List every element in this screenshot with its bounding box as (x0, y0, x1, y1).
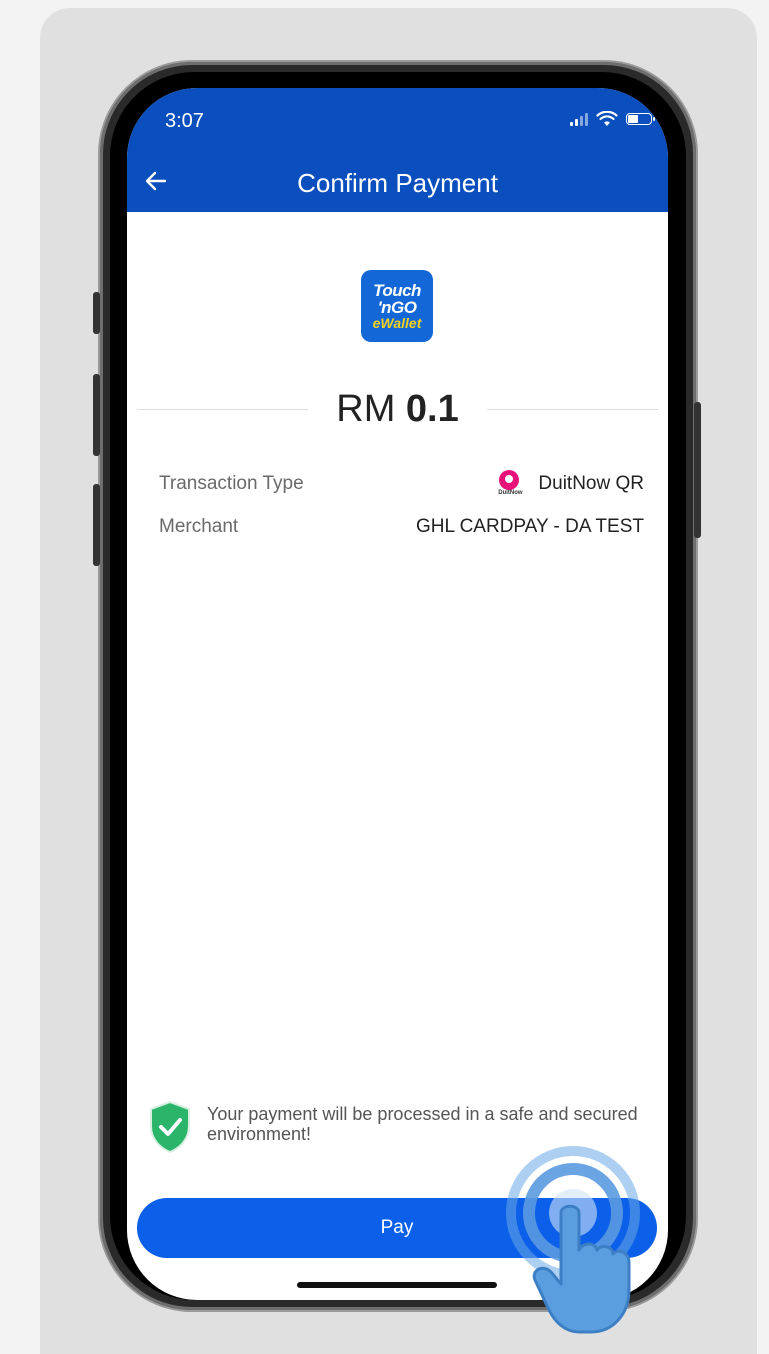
mute-switch (93, 292, 100, 334)
currency-label: RM (336, 387, 396, 430)
merchant-row: Merchant GHL CARDPAY - DA TEST (159, 516, 644, 538)
transaction-type-value: DuitNow QR (538, 473, 644, 494)
logo-line-3: eWallet (372, 315, 422, 331)
touchngo-logo: Touch 'nGO eWallet (361, 270, 433, 342)
status-time: 3:07 (165, 110, 204, 132)
app-screen: 3:07 Confirm Payment Touch 'nGO eWallet (127, 88, 668, 1300)
app-header: 3:07 Confirm Payment (127, 88, 668, 212)
signal-bars-icon (570, 112, 588, 126)
battery-icon (626, 113, 655, 125)
merchant-value: GHL CARDPAY - DA TEST (415, 516, 644, 537)
status-icons (570, 111, 655, 127)
shield-check-icon (150, 1100, 190, 1154)
divider (486, 408, 658, 410)
transaction-type-label: Transaction Type (159, 473, 304, 494)
volume-down-button (93, 484, 100, 566)
duitnow-icon-text: DuitNow (498, 490, 523, 496)
volume-up-button (93, 374, 100, 456)
divider (137, 408, 309, 410)
home-indicator (297, 1282, 497, 1288)
tap-hand-icon (506, 1146, 640, 1334)
transaction-type-row: Transaction Type DuitNow DuitNow QR (159, 470, 644, 498)
page-title: Confirm Payment (297, 168, 498, 198)
payment-amount: RM 0.1 (308, 388, 487, 431)
amount-row: RM 0.1 (137, 388, 658, 430)
transaction-type-value-wrap: DuitNow DuitNow QR (492, 470, 644, 498)
wifi-icon (596, 111, 618, 126)
logo-line-2: 'nGO (377, 298, 417, 317)
merchant-label: Merchant (159, 516, 239, 537)
amount-value: 0.1 (405, 387, 459, 430)
duitnow-icon: DuitNow (492, 470, 528, 498)
logo-line-1: Touch (373, 281, 421, 300)
